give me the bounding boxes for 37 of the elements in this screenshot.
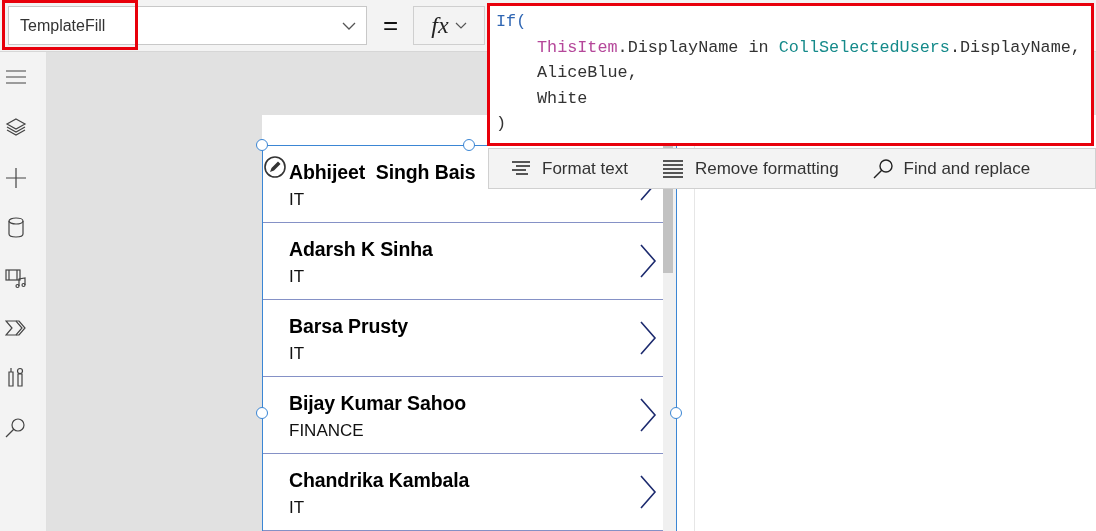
department-label: IT: [289, 189, 306, 210]
fx-button[interactable]: fx: [413, 6, 485, 45]
chevron-right-icon[interactable]: [639, 474, 657, 510]
code-line: ThisItem.DisplayName in CollSelectedUsers.DisplayName,: [536, 36, 1082, 59]
media-icon[interactable]: [5, 267, 27, 289]
code-line: White: [536, 87, 589, 110]
equals-sign: =: [383, 10, 400, 41]
person-name: Barsa Prusty: [289, 314, 409, 338]
person-name: Adarsh K Sinha: [289, 237, 433, 261]
chevrons-icon[interactable]: [5, 317, 27, 339]
person-name: Bijay Kumar Sahoo: [289, 391, 467, 415]
formula-editor[interactable]: If( ThisItem.DisplayName in CollSelectedUsers.DisplayName, AliceBlue, White ): [487, 3, 1094, 146]
department-label: IT: [289, 266, 306, 287]
department-label: IT: [289, 497, 306, 518]
lines-icon: [661, 158, 684, 179]
resize-handle[interactable]: [256, 139, 268, 151]
chevron-down-icon: [454, 21, 467, 30]
chevron-right-icon[interactable]: [639, 243, 657, 279]
search-icon[interactable]: [5, 417, 27, 439]
property-dropdown[interactable]: TemplateFill: [8, 6, 367, 45]
person-name: Abhijeet Singh Bais: [289, 160, 476, 184]
search-icon: [872, 158, 893, 179]
format-text-button[interactable]: Format text: [511, 158, 628, 179]
department-label: IT: [289, 343, 306, 364]
cylinder-icon[interactable]: [5, 217, 27, 239]
chevron-right-icon[interactable]: [639, 397, 657, 433]
resize-handle[interactable]: [256, 407, 268, 419]
code-line: ): [496, 113, 508, 135]
code-line: AliceBlue,: [536, 62, 639, 84]
find-replace-button[interactable]: Find and replace: [872, 158, 1031, 179]
edit-pencil-icon[interactable]: [264, 156, 286, 178]
plus-icon[interactable]: [5, 167, 27, 189]
code-line: If(: [496, 11, 528, 33]
chevron-down-icon: [342, 21, 356, 30]
person-name: Chandrika Kambala: [289, 468, 470, 492]
department-label: FINANCE: [289, 420, 365, 441]
chevron-right-icon[interactable]: [639, 320, 657, 356]
